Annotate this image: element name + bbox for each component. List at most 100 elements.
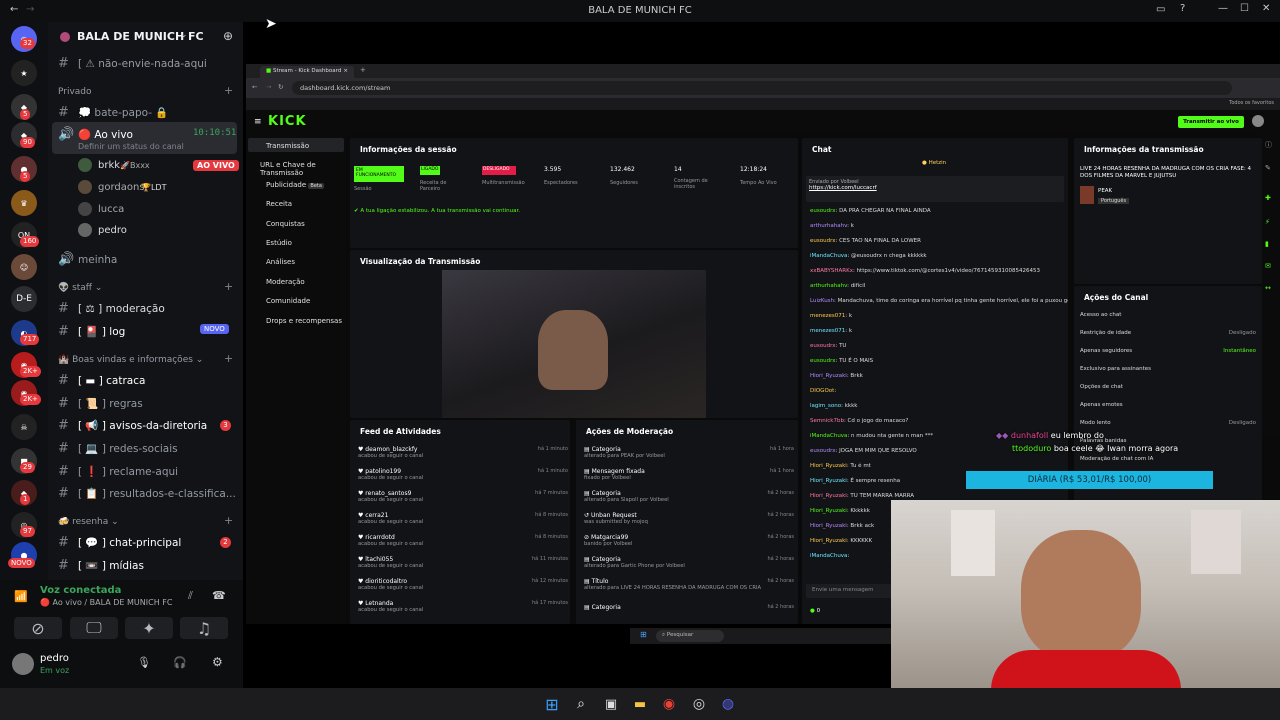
chevron-down-icon[interactable]: ⌄ <box>180 30 188 40</box>
channel-action-item[interactable]: Apenas seguidores Instantâneo <box>1080 348 1256 354</box>
server-icon[interactable]: ★ <box>11 60 37 86</box>
tool-icon[interactable]: ⚡ <box>1265 218 1270 226</box>
forward-icon[interactable]: → <box>266 83 271 91</box>
back-icon[interactable]: ← <box>252 83 257 91</box>
avatar[interactable] <box>12 653 34 675</box>
chat-username[interactable]: LuizKush <box>810 298 834 304</box>
voice-user[interactable]: gordaons <box>98 182 145 193</box>
minimize-icon[interactable]: — <box>1218 3 1228 14</box>
info-icon[interactable]: ⓘ <box>1265 140 1272 150</box>
channel-item[interactable]: #[ 📼 ] mídias <box>58 558 144 573</box>
channel-action-item[interactable]: Opções de chat <box>1080 384 1256 390</box>
chat-username[interactable]: Hiori_Ryuzaki <box>810 508 847 514</box>
chat-username[interactable]: xxBABYSHARKx <box>810 268 853 274</box>
channel-item[interactable]: #[ ▬ ] catraca <box>58 373 145 388</box>
chat-username[interactable]: DIOGOot <box>810 388 834 394</box>
chat-username[interactable]: eusoudrx <box>810 238 835 244</box>
chat-username[interactable]: lagim_sono <box>810 403 841 409</box>
channel-status[interactable]: Definir um status do canal <box>78 142 184 151</box>
chat-username[interactable]: Hiori_Ryuzaki <box>810 373 847 379</box>
chat-username[interactable]: eusoudrx <box>810 448 835 454</box>
category-resenha[interactable]: 🍻 resenha ⌄ <box>58 517 119 527</box>
add-channel-icon[interactable]: + <box>224 280 233 293</box>
channel-action-item[interactable]: Moderação de chat com IA <box>1080 456 1256 462</box>
channel-item[interactable]: #[ 🎴 ] log <box>58 324 125 339</box>
channel-item[interactable]: #[ 💻 ] redes-sociais <box>58 441 178 456</box>
chat-username[interactable]: Hiori_Ryuzaki <box>810 478 847 484</box>
server-icon[interactable]: D-E <box>11 286 37 312</box>
browser-tab[interactable]: ■ Stream - Kick Dashboard × <box>260 66 354 78</box>
server-icon[interactable]: ☠ <box>11 414 37 440</box>
nav-url-chave[interactable]: URL e Chave de Transmissão <box>260 161 346 177</box>
maximize-icon[interactable]: ☐ <box>1240 3 1249 14</box>
pinned-link[interactable]: https://kick.com/luccacrf <box>809 185 1061 191</box>
channel-action-item[interactable]: Modo lento Desligado <box>1080 420 1256 426</box>
windows-start-icon[interactable]: ⊞ <box>543 695 561 714</box>
nav-moderacao[interactable]: Moderação <box>266 278 305 286</box>
chat-username[interactable]: arthurhahahv <box>810 223 847 229</box>
file-explorer-icon[interactable]: ▬ <box>631 695 649 713</box>
soundboard-icon[interactable]: ♫ <box>180 617 228 639</box>
add-channel-icon[interactable]: + <box>224 352 233 365</box>
obs-icon[interactable]: ◎ <box>690 695 708 713</box>
reload-icon[interactable]: ↻ <box>278 83 283 91</box>
nav-transmissao[interactable]: Transmissão <box>266 142 309 150</box>
screen-share-icon[interactable]: 🖵 <box>70 617 118 639</box>
settings-gear-icon[interactable]: ⚙ <box>212 655 223 669</box>
voice-channel-meinha[interactable]: 🔊 meinha <box>58 252 117 267</box>
close-icon[interactable]: ✕ <box>1262 3 1270 14</box>
channel-item[interactable]: #[ 💬 ] chat-principal <box>58 535 181 550</box>
all-bookmarks[interactable]: Todos os favoritos <box>1229 100 1274 106</box>
channel-action-item[interactable]: Apenas emotes <box>1080 402 1256 408</box>
new-tab-icon[interactable]: + <box>360 66 366 74</box>
chat-username[interactable]: eusoudrx <box>810 343 835 349</box>
tool-icon[interactable]: ↔ <box>1265 284 1271 292</box>
voice-channel-ao-vivo[interactable]: 🔊 🔴 Ao vivo <box>58 127 133 142</box>
edit-icon[interactable]: ✎ <box>1265 164 1271 172</box>
channel-item[interactable]: #[ 📋 ] resultados-e-classifica... <box>58 486 236 501</box>
tool-icon[interactable]: ▮ <box>1265 240 1269 248</box>
channel-action-item[interactable]: Acesso ao chat <box>1080 312 1256 318</box>
voice-user[interactable]: pedro <box>98 225 127 236</box>
channel-item[interactable]: #[ 📢 ] avisos-da-diretoria <box>58 418 207 433</box>
chat-tool-icon[interactable]: ✉ <box>1265 262 1271 270</box>
username[interactable]: pedro <box>40 653 69 664</box>
nav-analises[interactable]: Análises <box>266 258 295 266</box>
task-view-icon[interactable]: ▣ <box>602 695 620 713</box>
chat-username[interactable]: eusoudrx <box>810 208 835 214</box>
server-icon[interactable]: ♛ <box>11 190 37 216</box>
category-staff[interactable]: 👽 staff ⌄ <box>58 283 102 293</box>
server-icon[interactable]: ☺ <box>11 254 37 280</box>
tool-icon[interactable]: ✚ <box>1265 194 1271 202</box>
stream-preview-video[interactable] <box>442 270 706 418</box>
voice-user[interactable]: lucca <box>98 204 124 215</box>
channel-item[interactable]: #[ 📜 ] regras <box>58 396 143 411</box>
chat-username[interactable]: Hiori_Ryuzaki <box>810 523 847 529</box>
channel-item[interactable]: #[ ⚠ não-envie-nada-aqui <box>58 56 207 71</box>
chat-username[interactable]: iMandaChuva <box>810 433 847 439</box>
avatar[interactable] <box>1252 115 1264 127</box>
discord-icon[interactable]: ◍ <box>719 695 737 713</box>
add-channel-icon[interactable]: + <box>224 514 233 527</box>
category-privado[interactable]: Privado <box>58 87 92 97</box>
nav-conquistas[interactable]: Conquistas <box>266 220 305 228</box>
channel-item[interactable]: #[ ❗ ] reclame-aqui <box>58 464 178 479</box>
add-user-icon[interactable]: ⊕ <box>223 29 233 43</box>
inbox-icon[interactable]: ▭ <box>1156 4 1165 15</box>
microphone-icon[interactable]: 🎙 <box>137 656 151 669</box>
address-bar[interactable]: dashboard.kick.com/stream <box>292 81 1232 95</box>
pinned-message[interactable]: Enviado por Volbeel https://kick.com/luc… <box>806 176 1064 202</box>
nav-drops[interactable]: Drops e recompensas <box>266 317 342 325</box>
search-icon[interactable]: ⌕ <box>572 695 590 713</box>
menu-icon[interactable]: ≡ <box>254 117 262 127</box>
nav-estudio[interactable]: Estúdio <box>266 239 292 247</box>
voice-user[interactable]: brkk <box>98 160 120 171</box>
chat-username[interactable]: Hiori_Ryuzaki <box>810 493 847 499</box>
nav-comunidade[interactable]: Comunidade <box>266 297 310 305</box>
chat-username[interactable]: Hiori_Ryuzaki <box>810 463 847 469</box>
chat-username[interactable]: eusoudrx <box>810 358 835 364</box>
channel-item[interactable]: #[ ⚖ ] moderação <box>58 301 165 316</box>
chat-username[interactable]: iMandaChuva <box>810 253 847 259</box>
channel-action-item[interactable]: Restrição de idade Desligado <box>1080 330 1256 336</box>
activities-icon[interactable]: ✦ <box>125 617 173 639</box>
